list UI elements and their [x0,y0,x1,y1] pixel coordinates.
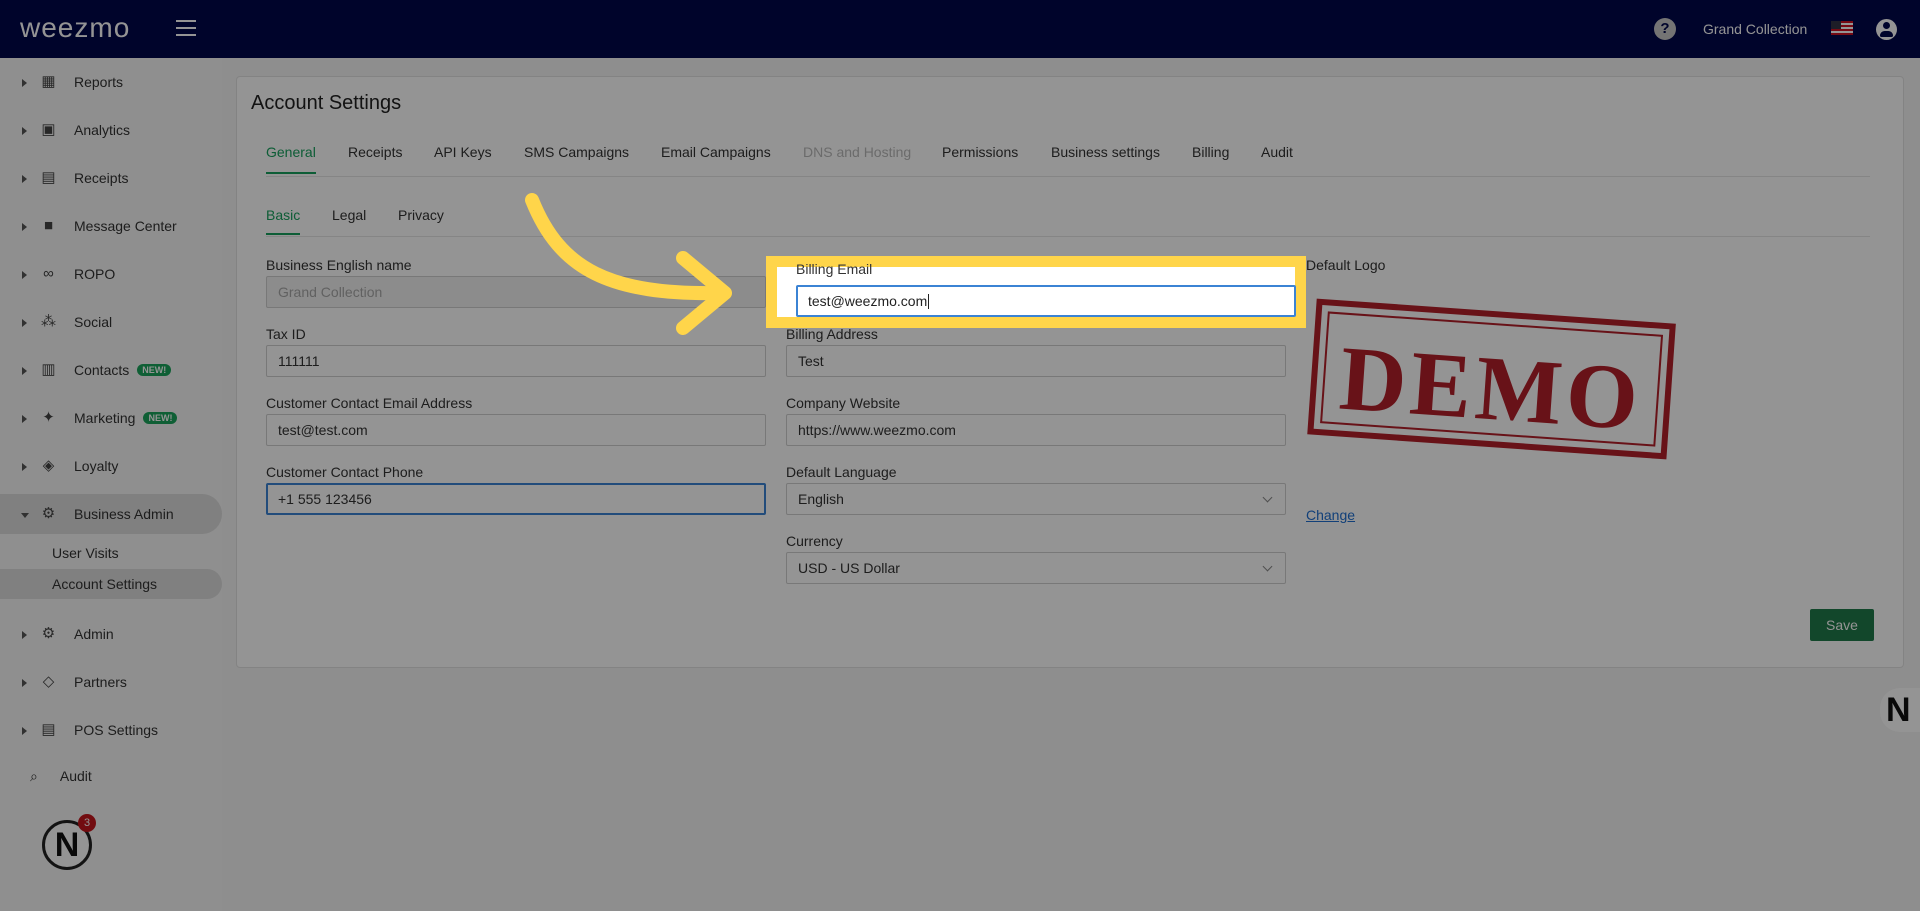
contacts-icon: ▥ [41,361,56,378]
new-badge: NEW! [143,412,178,424]
caret-right-icon [22,727,27,735]
contact-email-field[interactable]: test@test.com [266,414,766,446]
save-button[interactable]: Save [1810,609,1874,641]
new-badge: NEW! [137,364,172,376]
company-website-label: Company Website [786,395,901,411]
logo-stamp-text: DEMO [1337,327,1646,450]
page-title: Account Settings [251,92,402,114]
sidebar-audit-link[interactable]: ⌕ Audit [30,768,92,785]
company-website-field[interactable]: https://www.weezmo.com [786,414,1286,446]
business-name-label: Business English name [266,257,412,273]
gear-icon: ⚙ [41,625,56,642]
sidebar-item-label: Contacts [74,362,130,378]
tab-receipts[interactable]: Receipts [348,144,402,172]
text-cursor [928,294,930,309]
tab-business-settings[interactable]: Business settings [1051,144,1160,172]
top-bar: weezmo ? Grand Collection [0,0,1920,58]
sidebar-item-analytics[interactable]: ▣ Analytics [0,110,222,150]
billing-address-label: Billing Address [786,326,878,342]
sidebar-item-marketing[interactable]: ✦ Marketing NEW! [0,398,222,438]
gear-icon: ⚙ [41,505,56,522]
notification-count-badge: 3 [78,814,96,832]
caret-right-icon [22,463,27,471]
search-icon: ⌕ [30,768,38,784]
sidebar-subitem-account-settings[interactable]: Account Settings [0,569,222,599]
sidebar-item-ropo[interactable]: ∞ ROPO [0,254,222,294]
contact-email-label: Customer Contact Email Address [266,395,473,411]
sidebar-item-business-admin[interactable]: ⚙ Business Admin [0,494,222,534]
billing-email-value: test@weezmo.com [808,293,928,309]
weezmo-logo[interactable]: weezmo [20,12,130,44]
billing-email-highlight: Billing Email test@weezmo.com [766,256,1306,328]
caret-right-icon [22,223,27,231]
sidebar-item-pos-settings[interactable]: ▤ POS Settings [0,710,222,750]
contact-phone-field[interactable]: +1 555 123456 [266,483,766,515]
caret-right-icon [22,679,27,687]
caret-right-icon [22,367,27,375]
subtab-privacy[interactable]: Privacy [398,207,444,233]
tab-billing[interactable]: Billing [1192,144,1229,172]
sidebar-item-message-center[interactable]: ■ Message Center [0,206,222,246]
sidebar-item-reports[interactable]: ▦ Reports [0,62,222,102]
change-logo-link[interactable]: Change [1306,507,1355,523]
tax-id-label: Tax ID [266,326,306,342]
tabs-divider [266,176,1870,177]
caret-down-icon [21,513,29,518]
assistant-side-tab[interactable]: N [1880,688,1920,732]
currency-label: Currency [786,533,843,549]
billing-address-field[interactable]: Test [786,345,1286,377]
chat-icon: ■ [43,217,54,234]
tab-dns-hosting: DNS and Hosting [803,144,912,160]
sidebar-item-loyalty[interactable]: ◈ Loyalty [0,446,222,486]
tab-sms-campaigns[interactable]: SMS Campaigns [524,144,629,172]
tab-email-campaigns[interactable]: Email Campaigns [661,144,771,172]
caret-right-icon [22,79,27,87]
megaphone-icon: ✦ [42,409,55,426]
tab-api-keys[interactable]: API Keys [434,144,492,172]
sidebar-item-receipts[interactable]: ▤ Receipts [0,158,222,198]
default-language-select[interactable]: English [786,483,1286,515]
sidebar-item-label: Marketing [74,410,136,426]
pointer-arrow-icon [525,193,732,335]
caret-right-icon [22,631,27,639]
tab-permissions[interactable]: Permissions [942,144,1018,172]
caret-right-icon [22,175,27,183]
default-logo-label: Default Logo [1306,257,1386,273]
caret-right-icon [22,271,27,279]
dashboard-icon: ▦ [41,73,56,90]
tag-icon: ◈ [42,457,55,474]
user-account-icon[interactable] [1876,19,1897,40]
demo-logo-image: DEMO [1307,298,1676,460]
caret-right-icon [22,127,27,135]
receipt-icon: ▤ [41,169,56,186]
subtabs-divider [266,236,1870,237]
sidebar-item-social[interactable]: ⁂ Social [0,302,222,342]
sidebar-subitem-user-visits[interactable]: User Visits [0,538,222,568]
currency-select[interactable]: USD - US Dollar [786,552,1286,584]
sidebar-item-contacts[interactable]: ▥ Contacts NEW! [0,350,222,390]
caret-right-icon [22,415,27,423]
infinity-icon: ∞ [43,265,54,282]
sidebar-item-partners[interactable]: ◇ Partners [0,662,222,702]
handshake-icon: ◇ [42,673,55,690]
menu-toggle-icon[interactable] [176,20,196,38]
tab-general[interactable]: General [266,144,316,174]
group-icon: ⁂ [41,313,56,330]
account-name[interactable]: Grand Collection [1703,21,1807,37]
default-language-label: Default Language [786,464,897,480]
subtab-legal[interactable]: Legal [332,207,366,233]
billing-email-label: Billing Email [796,261,873,277]
help-icon[interactable]: ? [1654,18,1676,40]
tab-audit[interactable]: Audit [1261,144,1293,172]
subtab-basic[interactable]: Basic [266,207,301,235]
tax-id-field[interactable]: 111111 [266,345,766,377]
contact-phone-label: Customer Contact Phone [266,464,424,480]
analytics-icon: ▣ [41,121,56,138]
register-icon: ▤ [41,721,56,738]
sidebar-item-admin[interactable]: ⚙ Admin [0,614,222,654]
us-flag-icon[interactable] [1831,21,1853,35]
billing-email-field[interactable]: test@weezmo.com [796,285,1296,317]
caret-right-icon [22,319,27,327]
